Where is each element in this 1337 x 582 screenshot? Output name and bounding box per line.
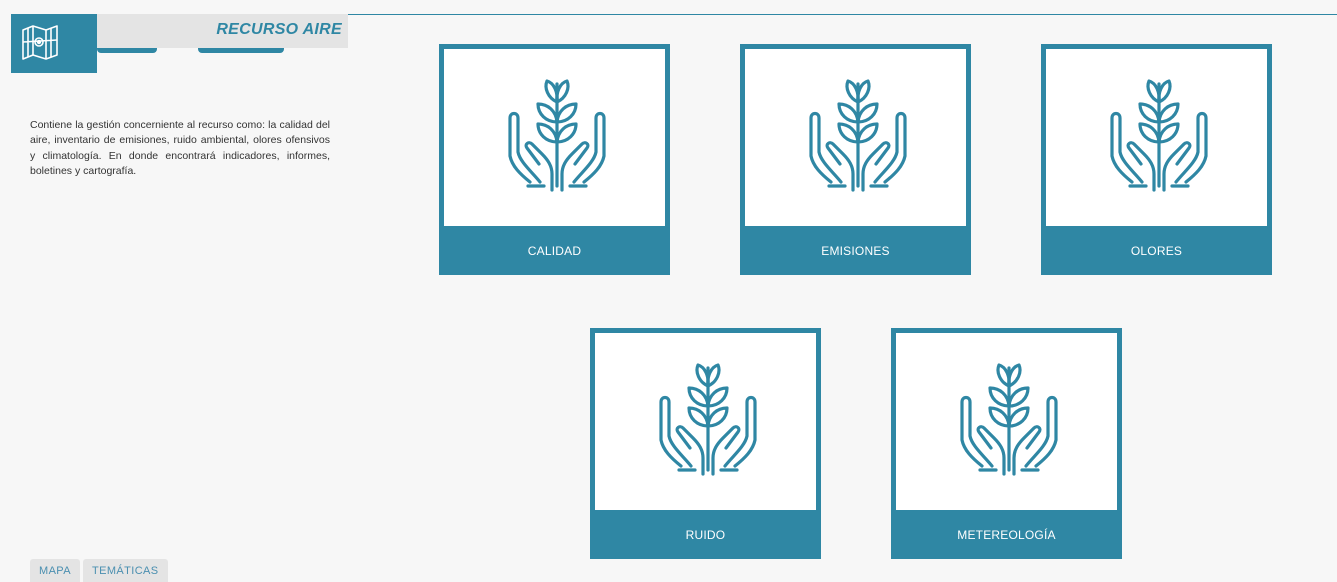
card-label: METEREOLOGÍA [957,527,1056,542]
title-band: RECURSO AIRE [97,14,348,48]
hands-plant-icon [653,362,763,482]
bottom-tabs: MAPA TEMÁTICAS [30,559,168,582]
card-image [1046,49,1267,226]
hands-plant-icon [954,362,1064,482]
map-icon-box [11,14,97,73]
header-tab-stub [198,48,284,53]
hands-plant-icon [803,78,913,198]
description-text: Contiene la gestión concerniente al recu… [30,118,330,178]
card-label: OLORES [1130,243,1183,258]
card-calidad[interactable]: CALIDAD [439,44,670,275]
card-ruido[interactable]: RUIDO [590,328,821,559]
card-label: CALIDAD [527,243,582,258]
tab-mapa[interactable]: MAPA [30,559,80,582]
header-divider [348,14,1337,15]
card-emisiones[interactable]: EMISIONES [740,44,971,275]
card-image [444,49,665,226]
card-label: EMISIONES [821,243,890,258]
tab-tematicas[interactable]: TEMÁTICAS [82,559,168,582]
map-icon [22,25,58,60]
page-title: RECURSO AIRE [216,21,342,38]
card-olores[interactable]: OLORES [1041,44,1272,275]
header-tab-stub [97,48,157,53]
hands-plant-icon [1104,78,1214,198]
sidebar: RECURSO AIRE Contiene la gestión concern… [0,0,348,582]
card-metereologia[interactable]: METEREOLOGÍA [891,328,1122,559]
card-image [745,49,966,226]
card-label: RUIDO [685,527,726,542]
card-image [595,333,816,510]
card-image [896,333,1117,510]
hands-plant-icon [502,78,612,198]
